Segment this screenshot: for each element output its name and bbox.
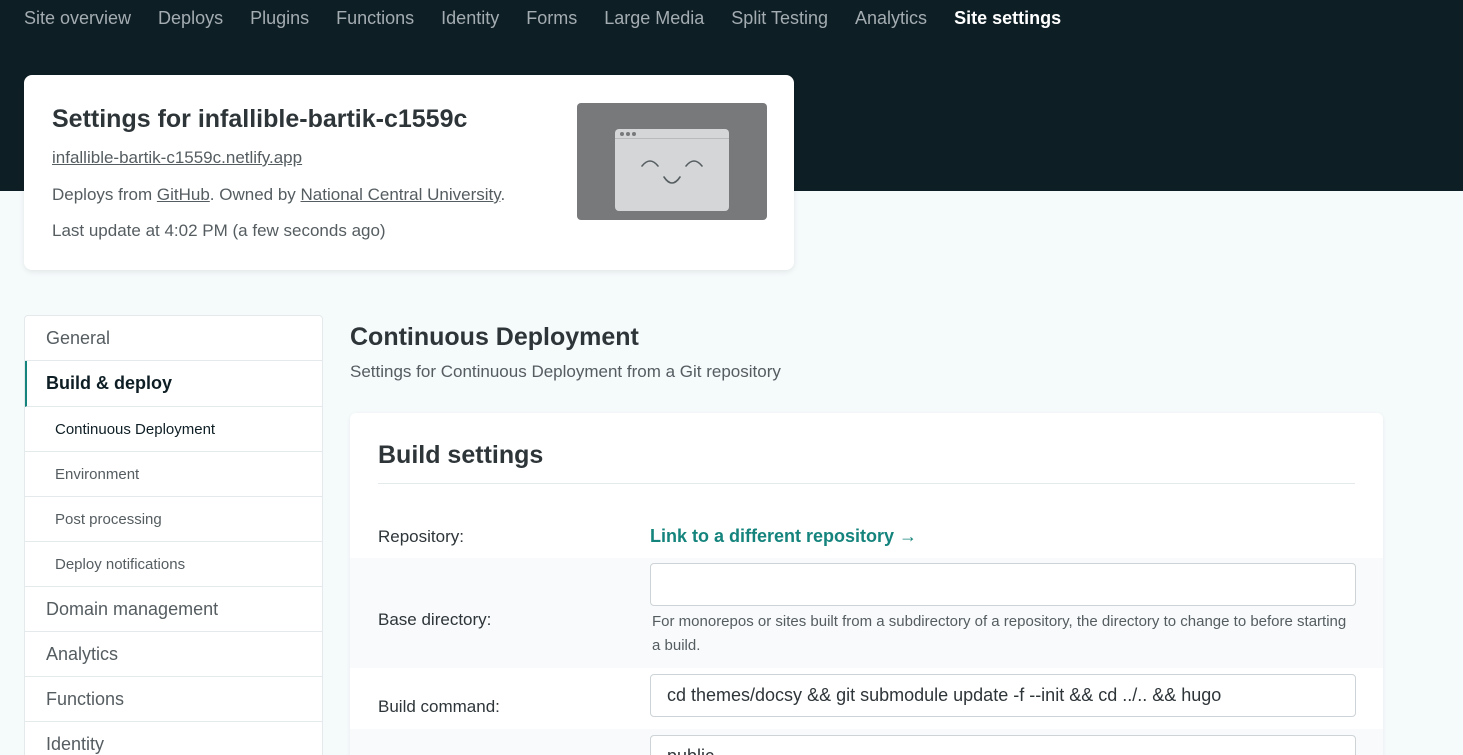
sidebar-item-analytics[interactable]: Analytics: [25, 632, 322, 677]
site-preview-thumbnail[interactable]: [577, 103, 767, 220]
nav-deploys[interactable]: Deploys: [158, 0, 223, 36]
section-title: Continuous Deployment: [350, 323, 639, 351]
github-link[interactable]: GitHub: [157, 185, 210, 204]
repository-label: Repository:: [378, 527, 464, 546]
sidebar-item-build-deploy[interactable]: Build & deploy: [25, 361, 322, 407]
site-deploy-info: Deploys from GitHub. Owned by National C…: [52, 185, 505, 205]
base-directory-help: For monorepos or sites built from a subd…: [652, 613, 1347, 654]
sidebar-item-environment[interactable]: Environment: [25, 452, 322, 497]
build-settings-title: Build settings: [378, 441, 544, 469]
owner-link[interactable]: National Central University: [301, 185, 501, 204]
site-url-link[interactable]: infallible-bartik-c1559c.netlify.app: [52, 148, 302, 168]
nav-large-media[interactable]: Large Media: [604, 0, 704, 36]
nav-plugins[interactable]: Plugins: [250, 0, 309, 36]
last-update-text: Last update at 4:02 PM (a few seconds ag…: [52, 221, 386, 240]
sidebar-item-post-processing[interactable]: Post processing: [25, 497, 322, 542]
deploys-prefix: Deploys from: [52, 185, 157, 204]
nav-split-testing[interactable]: Split Testing: [731, 0, 828, 36]
build-settings-panel: Build settings Repository: Link to a dif…: [350, 413, 1383, 755]
settings-sidebar: General Build & deploy Continuous Deploy…: [24, 315, 323, 755]
panel-divider: [378, 483, 1355, 484]
publish-directory-input[interactable]: [650, 735, 1356, 755]
nav-identity[interactable]: Identity: [441, 0, 499, 36]
section-subtitle: Settings for Continuous Deployment from …: [350, 362, 781, 381]
owned-prefix: . Owned by: [209, 185, 301, 204]
sidebar-item-continuous-deployment[interactable]: Continuous Deployment: [25, 407, 322, 452]
link-repository-button[interactable]: Link to a different repository →: [650, 526, 917, 547]
site-summary-card: Settings for infallible-bartik-c1559c in…: [24, 75, 794, 270]
page-title: Settings for infallible-bartik-c1559c: [52, 105, 468, 133]
nav-site-overview[interactable]: Site overview: [24, 0, 131, 36]
sidebar-item-domain-management[interactable]: Domain management: [25, 587, 322, 632]
sidebar-item-identity[interactable]: Identity: [25, 722, 322, 755]
sidebar-item-deploy-notifications[interactable]: Deploy notifications: [25, 542, 322, 587]
build-command-label: Build command:: [378, 697, 500, 716]
nav-forms[interactable]: Forms: [526, 0, 577, 36]
sidebar-item-general[interactable]: General: [25, 316, 322, 361]
owned-suffix: .: [500, 185, 506, 204]
nav-analytics[interactable]: Analytics: [855, 0, 927, 36]
browser-placeholder-icon: [615, 129, 729, 211]
base-directory-input[interactable]: [650, 563, 1356, 606]
build-command-input[interactable]: [650, 674, 1356, 717]
nav-site-settings[interactable]: Site settings: [954, 0, 1061, 36]
smiley-face-icon: [641, 160, 703, 184]
site-nav: Site overview Deploys Plugins Functions …: [24, 0, 1088, 36]
sidebar-item-functions[interactable]: Functions: [25, 677, 322, 722]
base-directory-label: Base directory:: [378, 610, 492, 629]
nav-functions[interactable]: Functions: [336, 0, 414, 36]
